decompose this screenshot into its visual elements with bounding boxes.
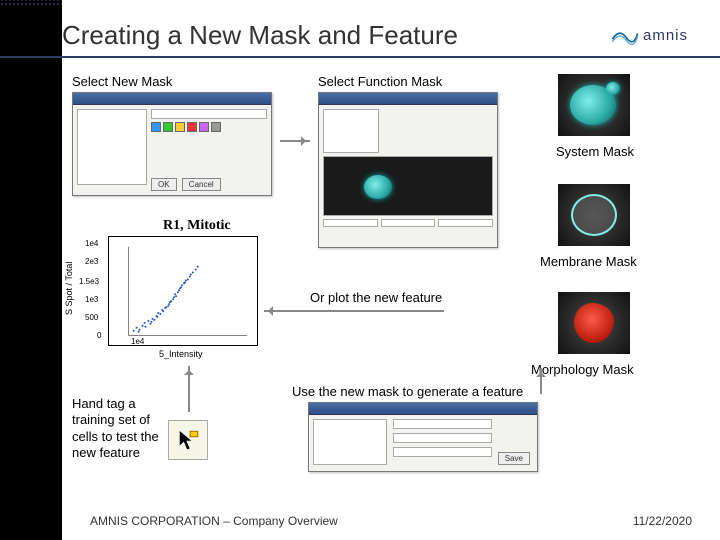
save-button[interactable]: Save — [498, 452, 530, 465]
label-select-function-mask: Select Function Mask — [318, 74, 442, 89]
cursor-tool-icon — [168, 420, 208, 460]
function-mask-window — [318, 92, 498, 248]
header-rule — [0, 56, 720, 58]
ok-button[interactable]: OK — [151, 178, 177, 191]
x-axis-label: 5_Intensity — [159, 349, 203, 359]
membrane-mask-thumbnail — [558, 184, 630, 246]
label-use-new-mask: Use the new mask to generate a feature — [292, 384, 523, 399]
label-morphology-mask: Morphology Mask — [531, 362, 634, 377]
arrow-up-cursor — [188, 366, 190, 412]
y-tick: 1e3 — [85, 295, 98, 304]
arrow-left-plot — [264, 310, 444, 312]
morphology-mask-thumbnail — [558, 292, 630, 354]
titlebar — [319, 93, 497, 105]
arrow-right-1 — [280, 140, 310, 142]
footer-date: 11/22/2020 — [633, 514, 692, 528]
label-system-mask: System Mask — [556, 144, 634, 159]
system-mask-thumbnail — [558, 74, 630, 136]
brand-name: amnis — [643, 27, 688, 44]
scatter-plot: 1e4 2e3 1.5e3 1e3 500 0 1e4 S Spot / Tot… — [108, 236, 258, 346]
x-tick: 1e4 — [131, 337, 144, 346]
mask-manager-window: OK Cancel — [72, 92, 272, 196]
feature-manager-window: Save — [308, 402, 538, 472]
y-tick: 500 — [85, 313, 98, 322]
footer-company: AMNIS CORPORATION – Company Overview — [90, 514, 338, 528]
y-tick: 1.5e3 — [79, 277, 99, 286]
cancel-button[interactable]: Cancel — [182, 178, 221, 191]
arrow-up-feature — [540, 368, 542, 394]
label-select-new-mask: Select New Mask — [72, 74, 172, 89]
scatter-plot-title: R1, Mitotic — [163, 218, 231, 234]
note-hand-tag: Hand tag a training set of cells to test… — [72, 396, 162, 461]
brand-logo: amnis — [611, 20, 696, 50]
y-tick: 2e3 — [85, 257, 98, 266]
label-or-plot: Or plot the new feature — [310, 290, 442, 305]
y-tick: 1e4 — [85, 239, 98, 248]
titlebar — [309, 403, 537, 415]
titlebar — [73, 93, 271, 105]
label-membrane-mask: Membrane Mask — [540, 254, 637, 269]
dots-bottom — [0, 0, 62, 6]
y-axis-label: S Spot / Total — [64, 262, 74, 315]
wave-icon — [611, 25, 639, 45]
slide-title: Creating a New Mask and Feature — [62, 20, 458, 51]
y-tick: 0 — [97, 331, 101, 340]
